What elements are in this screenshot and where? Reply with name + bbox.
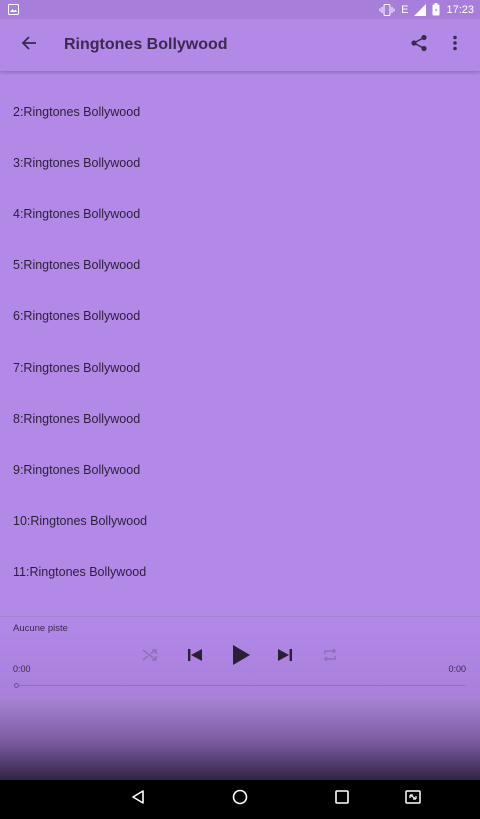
app-bar: Ringtones Bollywood: [0, 19, 480, 71]
home-circle-icon: [232, 789, 248, 810]
elapsed-time: 0:00: [13, 664, 31, 674]
list-item[interactable]: 7:Ringtones Bollywood: [0, 342, 480, 393]
nav-recents-button[interactable]: [318, 780, 366, 819]
back-button[interactable]: [1, 19, 57, 71]
list-item[interactable]: 6:Ringtones Bollywood: [0, 291, 480, 342]
shuffle-icon: [142, 648, 158, 667]
arrow-left-icon: [21, 35, 37, 56]
shuffle-button[interactable]: [134, 641, 166, 673]
next-button[interactable]: [269, 641, 301, 673]
navigation-bar: [0, 780, 480, 819]
list-item-label: 9:Ringtones Bollywood: [13, 462, 141, 477]
seek-bar[interactable]: [14, 683, 465, 688]
list-item[interactable]: 11:Ringtones Bollywood: [0, 547, 480, 598]
battery-icon: [432, 3, 440, 16]
repeat-button[interactable]: [314, 641, 346, 673]
ringtone-list: 2:Ringtones Bollywood 3:Ringtones Bollyw…: [0, 86, 480, 598]
track-title: Aucune piste: [13, 623, 68, 634]
audio-player: Aucune piste 0:00 0:00: [0, 616, 480, 696]
image-notification-icon: [8, 4, 19, 15]
previous-button[interactable]: [179, 641, 211, 673]
list-item[interactable]: 4:Ringtones Bollywood: [0, 188, 480, 239]
share-icon: [410, 34, 428, 57]
signal-icon: [414, 3, 427, 16]
more-vert-icon: [452, 35, 458, 56]
seek-thumb[interactable]: [14, 683, 19, 688]
list-item[interactable]: 5:Ringtones Bollywood: [0, 240, 480, 291]
list-item-label: 5:Ringtones Bollywood: [13, 258, 141, 273]
nav-back-icon: [130, 789, 146, 810]
list-item-label: 7:Ringtones Bollywood: [13, 360, 141, 375]
clock: 17:23: [446, 3, 474, 16]
list-item[interactable]: 3:Ringtones Bollywood: [0, 137, 480, 188]
list-item[interactable]: 8:Ringtones Bollywood: [0, 393, 480, 444]
page-title: Ringtones Bollywood: [64, 36, 228, 53]
repeat-icon: [322, 647, 338, 667]
vibrate-icon: [379, 3, 395, 16]
list-item-label: 4:Ringtones Bollywood: [13, 206, 141, 221]
nav-back-button[interactable]: [114, 780, 162, 819]
list-item-label: 6:Ringtones Bollywood: [13, 309, 141, 324]
picture-in-picture-icon: [405, 790, 421, 809]
list-item-label: 2:Ringtones Bollywood: [13, 104, 141, 119]
list-item[interactable]: 10:Ringtones Bollywood: [0, 496, 480, 547]
empty-area: [0, 696, 480, 780]
share-button[interactable]: [401, 19, 437, 71]
player-controls: [0, 641, 480, 673]
list-item-label: 10:Ringtones Bollywood: [13, 514, 148, 529]
nav-home-button[interactable]: [216, 780, 264, 819]
play-button[interactable]: [225, 641, 257, 673]
seek-track: [18, 685, 465, 686]
overflow-menu-button[interactable]: [437, 19, 473, 71]
list-item[interactable]: 2:Ringtones Bollywood: [0, 86, 480, 137]
list-item[interactable]: 9:Ringtones Bollywood: [0, 444, 480, 495]
list-item-label: 8:Ringtones Bollywood: [13, 411, 141, 426]
recents-square-icon: [335, 790, 349, 809]
list-item-label: 11:Ringtones Bollywood: [13, 565, 147, 580]
skip-previous-icon: [187, 648, 203, 667]
play-icon: [231, 644, 251, 671]
total-time: 0:00: [448, 664, 466, 674]
network-type: E: [401, 3, 409, 16]
status-bar: E 17:23: [0, 0, 480, 19]
nav-screen-button[interactable]: [389, 780, 437, 819]
list-item-label: 3:Ringtones Bollywood: [13, 155, 141, 170]
skip-next-icon: [277, 648, 293, 667]
